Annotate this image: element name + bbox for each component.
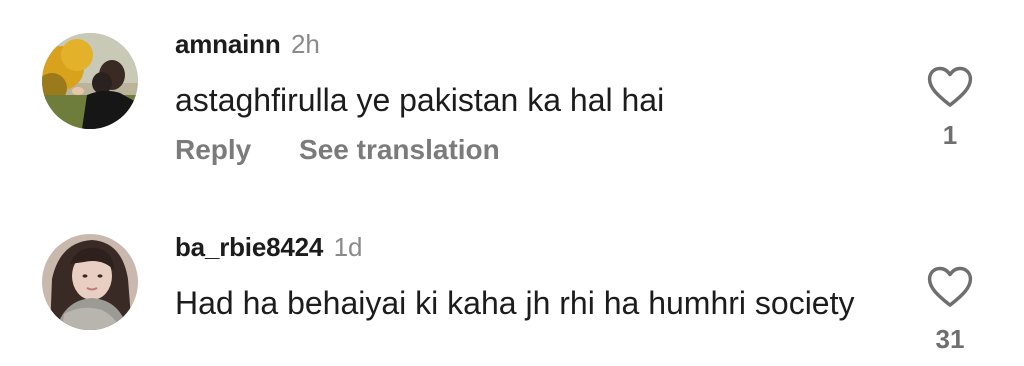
comment-meta: ba_rbie8424 1d [175,234,363,260]
like-count: 1 [942,120,958,150]
timestamp: 1d [333,232,363,262]
comment-item: amnainn 2h astaghfirulla ye pakistan ka … [0,0,1024,190]
comment-item: ba_rbie8424 1d Had ha behaiyai ki kaha j… [0,190,1024,366]
see-translation-button[interactable]: See translation [299,134,500,165]
avatar[interactable] [42,234,138,330]
avatar-image [42,234,138,330]
comment-actions: Reply See translation [175,134,500,166]
comment-text: Had ha behaiyai ki kaha jh rhi ha humhri… [175,285,855,321]
like-count: 31 [935,324,965,354]
heart-outline-icon[interactable] [927,66,973,108]
avatar-image [42,33,138,129]
username[interactable]: amnainn [175,29,281,59]
like-control: 1 [925,66,975,148]
comment-text: astaghfirulla ye pakistan ka hal hai [175,82,665,118]
timestamp: 2h [290,29,320,59]
avatar[interactable] [42,33,138,129]
heart-outline-icon[interactable] [927,266,973,308]
like-control: 31 [925,266,975,352]
comment-meta: amnainn 2h [175,31,320,57]
username[interactable]: ba_rbie8424 [175,232,323,262]
reply-button[interactable]: Reply [175,134,251,165]
